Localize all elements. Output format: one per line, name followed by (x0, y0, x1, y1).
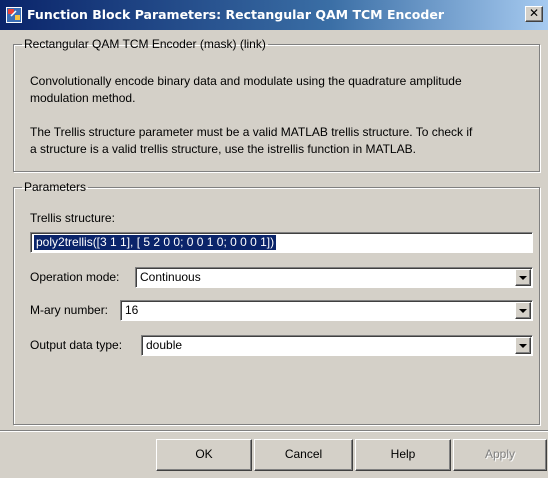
mary-number-value: 16 (125, 303, 139, 317)
mask-group-legend: Rectangular QAM TCM Encoder (mask) (link… (24, 37, 266, 51)
trellis-structure-label: Trellis structure: (30, 211, 115, 225)
chevron-down-icon[interactable] (515, 337, 531, 354)
close-button[interactable]: ✕ (525, 6, 543, 22)
operation-mode-select[interactable]: Continuous (135, 267, 533, 288)
description-line-3: The Trellis structure parameter must be … (30, 125, 473, 139)
help-button[interactable]: Help (355, 439, 451, 471)
apply-button[interactable]: Apply (453, 439, 547, 471)
chevron-down-icon[interactable] (515, 269, 531, 286)
cancel-button[interactable]: Cancel (254, 439, 353, 471)
mary-number-select[interactable]: 16 (120, 300, 533, 321)
chevron-down-icon[interactable] (515, 302, 531, 319)
simulink-block-icon (6, 7, 22, 23)
title-bar[interactable]: Function Block Parameters: Rectangular Q… (0, 0, 548, 30)
trellis-structure-input[interactable]: poly2trellis([3 1 1], [ 5 2 0 0; 0 0 1 0… (30, 232, 533, 253)
output-data-type-value: double (146, 338, 183, 352)
output-data-type-label: Output data type: (30, 338, 123, 352)
description-line-1: Convolutionally encode binary data and m… (30, 74, 462, 88)
mary-number-label: M-ary number: (30, 303, 109, 317)
button-bar-divider (0, 430, 548, 432)
close-icon: ✕ (528, 6, 540, 20)
parameters-legend: Parameters (24, 180, 87, 194)
operation-mode-label: Operation mode: (30, 270, 120, 284)
description-line-4: a structure is a valid trellis structure… (30, 142, 416, 156)
operation-mode-value: Continuous (140, 270, 201, 284)
trellis-structure-value: poly2trellis([3 1 1], [ 5 2 0 0; 0 0 1 0… (34, 235, 277, 250)
description-line-2: modulation method. (30, 91, 136, 105)
window-title: Function Block Parameters: Rectangular Q… (27, 7, 444, 22)
output-data-type-select[interactable]: double (141, 335, 533, 356)
ok-button[interactable]: OK (156, 439, 252, 471)
